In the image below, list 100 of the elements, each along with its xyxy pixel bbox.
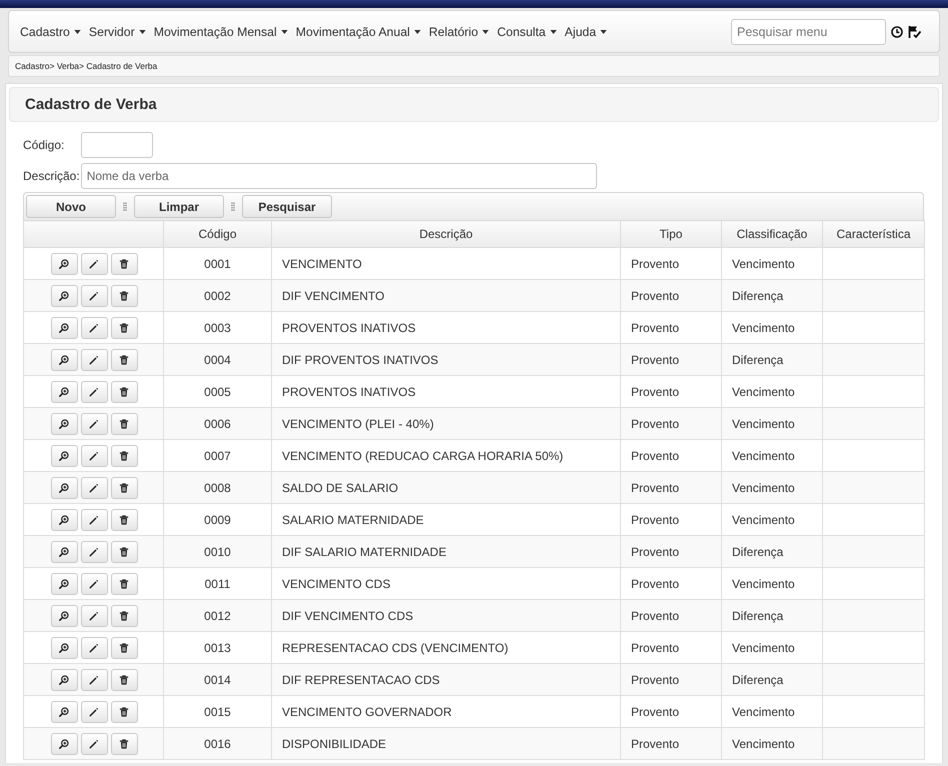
menu-item[interactable]: Cadastro <box>16 18 85 46</box>
input-field[interactable] <box>80 132 153 158</box>
view-button[interactable] <box>50 444 78 466</box>
menu-item[interactable]: Servidor <box>84 18 150 46</box>
delete-button[interactable] <box>110 316 138 338</box>
delete-button[interactable] <box>110 700 138 722</box>
view-button[interactable] <box>50 508 78 530</box>
edit-button[interactable] <box>80 668 108 690</box>
edit-button[interactable] <box>80 348 108 370</box>
view-button[interactable] <box>50 732 78 754</box>
description-cell: DIF SALARIO MATERNIDADE <box>272 536 620 568</box>
pencil-icon <box>89 514 99 524</box>
type-cell: Provento <box>620 664 722 696</box>
edit-button[interactable] <box>80 380 108 402</box>
zoom-in-icon <box>59 482 69 492</box>
edit-button[interactable] <box>80 636 108 658</box>
pencil-icon <box>89 738 99 748</box>
delete-button[interactable] <box>110 444 138 466</box>
delete-button[interactable] <box>110 508 138 530</box>
edit-button[interactable] <box>80 508 108 530</box>
view-button[interactable] <box>50 316 78 338</box>
trash-icon <box>119 546 129 556</box>
column-header[interactable]: Tipo <box>620 220 722 248</box>
delete-button[interactable] <box>110 348 138 370</box>
edit-button[interactable] <box>80 700 108 722</box>
delete-button[interactable] <box>110 732 138 754</box>
delete-button[interactable] <box>110 668 138 690</box>
zoom-in-icon <box>59 322 69 332</box>
delete-button[interactable] <box>110 412 138 434</box>
delete-button[interactable] <box>110 636 138 658</box>
type-cell: Provento <box>620 536 722 568</box>
pencil-icon <box>89 290 99 300</box>
menu-item[interactable]: Ajuda <box>560 18 612 46</box>
toolbar-button[interactable]: Novo <box>26 195 116 218</box>
view-button[interactable] <box>50 668 78 690</box>
delete-button[interactable] <box>110 476 138 498</box>
menu-item[interactable]: Movimentação Anual <box>292 18 425 46</box>
view-button[interactable] <box>50 252 78 274</box>
edit-button[interactable] <box>80 476 108 498</box>
delete-button[interactable] <box>110 252 138 274</box>
delete-button[interactable] <box>110 604 138 626</box>
view-button[interactable] <box>50 476 78 498</box>
pencil-icon <box>89 418 99 428</box>
edit-button[interactable] <box>80 572 108 594</box>
description-cell: DIF REPRESENTACAO CDS <box>272 664 620 696</box>
pencil-icon <box>89 450 99 460</box>
view-button[interactable] <box>50 540 78 562</box>
view-button[interactable] <box>50 604 78 626</box>
menu-search-field[interactable]: Pesquisar menu <box>731 18 886 44</box>
description-cell: DISPONIBILIDADE <box>272 728 620 760</box>
edit-button[interactable] <box>80 316 108 338</box>
toolbar-button[interactable]: Pesquisar <box>242 195 332 218</box>
view-button[interactable] <box>50 700 78 722</box>
classification-cell: Diferença <box>722 600 822 632</box>
trash-icon <box>119 386 129 396</box>
caret-icon <box>138 30 146 34</box>
delete-button[interactable] <box>110 572 138 594</box>
view-button[interactable] <box>50 380 78 402</box>
flag-check-icon[interactable] <box>908 25 922 38</box>
trash-icon <box>119 738 129 748</box>
delete-button[interactable] <box>110 284 138 306</box>
edit-button[interactable] <box>80 444 108 466</box>
zoom-in-icon <box>59 738 69 748</box>
column-header[interactable]: Classificação <box>722 220 822 248</box>
pencil-icon <box>89 386 99 396</box>
edit-button[interactable] <box>80 252 108 274</box>
input-field[interactable]: Nome da verba <box>80 163 597 189</box>
caret-icon <box>550 30 557 34</box>
menu-item[interactable]: Movimentação Mensal <box>150 18 292 46</box>
code-cell: 0014 <box>164 664 272 696</box>
code-cell: 0008 <box>164 472 272 504</box>
edit-button[interactable] <box>80 732 108 754</box>
view-button[interactable] <box>50 636 78 658</box>
view-button[interactable] <box>50 412 78 434</box>
view-button[interactable] <box>50 284 78 306</box>
edit-button[interactable] <box>80 412 108 434</box>
clock-icon[interactable] <box>891 26 903 38</box>
toolbar-button[interactable]: Limpar <box>134 195 224 218</box>
delete-button[interactable] <box>110 380 138 402</box>
classification-cell: Vencimento <box>722 728 822 760</box>
menu-item[interactable]: Relatório <box>424 18 494 46</box>
classification-cell: Diferença <box>722 536 822 568</box>
view-button[interactable] <box>50 348 78 370</box>
classification-cell: Diferença <box>722 344 822 376</box>
edit-button[interactable] <box>80 604 108 626</box>
zoom-in-icon <box>59 642 69 652</box>
zoom-in-icon <box>59 546 69 556</box>
edit-button[interactable] <box>80 284 108 306</box>
zoom-in-icon <box>59 610 69 620</box>
code-cell: 0004 <box>164 344 272 376</box>
delete-button[interactable] <box>110 540 138 562</box>
menu-item[interactable]: Consulta <box>493 18 561 46</box>
pencil-icon <box>89 578 99 588</box>
edit-button[interactable] <box>80 540 108 562</box>
column-header[interactable]: Característica <box>822 220 924 248</box>
view-button[interactable] <box>50 572 78 594</box>
zoom-in-icon <box>59 354 69 364</box>
classification-cell: Diferença <box>722 664 822 696</box>
column-header[interactable]: Descrição <box>272 220 620 248</box>
column-header[interactable]: Código <box>164 220 272 248</box>
